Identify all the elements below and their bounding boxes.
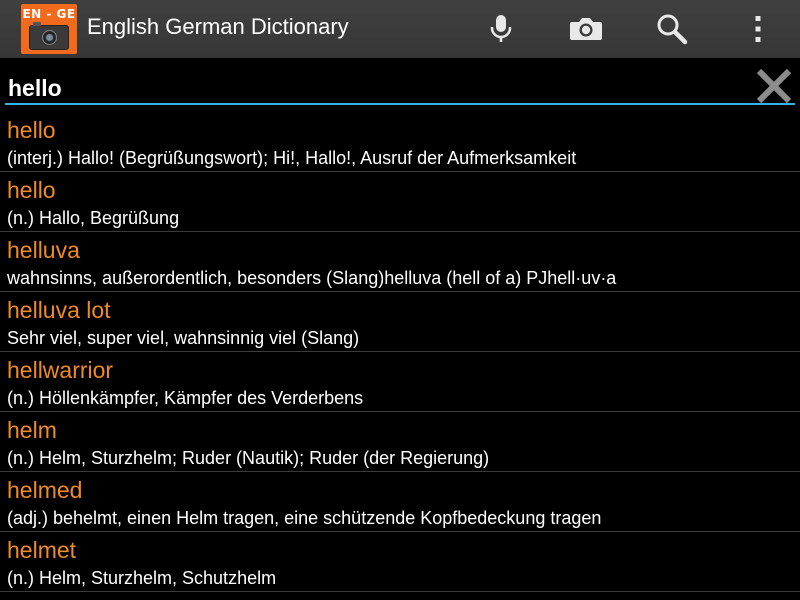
overflow-menu-icon bbox=[755, 16, 761, 42]
list-item[interactable]: hello (interj.) Hallo! (Begrüßungswort);… bbox=[0, 112, 800, 172]
list-item[interactable]: helluva wahnsinns, außerordentlich, beso… bbox=[0, 232, 800, 292]
list-item[interactable]: helmed (adj.) behelmt, einen Helm tragen… bbox=[0, 472, 800, 532]
list-item[interactable]: helluva lot Sehr viel, super viel, wahns… bbox=[0, 292, 800, 352]
entry-word: hello bbox=[7, 117, 56, 143]
entry-word: helmet bbox=[7, 537, 77, 563]
app-logo-label: EN - GE bbox=[22, 7, 76, 21]
entry-word: helmed bbox=[7, 477, 83, 503]
entry-definition: (interj.) Hallo! (Begrüßungswort); Hi!, … bbox=[7, 148, 577, 168]
action-bar: EN - GE English German Dictionary bbox=[0, 0, 800, 58]
entry-word: hello bbox=[7, 177, 56, 203]
entry-definition: (adj.) behelmt, einen Helm tragen, eine … bbox=[7, 508, 602, 528]
overflow-menu-button[interactable] bbox=[738, 9, 778, 49]
close-icon bbox=[756, 68, 792, 104]
entry-definition: wahnsinns, außerordentlich, besonders (S… bbox=[7, 268, 617, 288]
list-item[interactable]: hello (n.) Hallo, Begrüßung bbox=[0, 172, 800, 232]
clear-search-button[interactable] bbox=[752, 66, 796, 106]
results-list: hello (interj.) Hallo! (Begrüßungswort);… bbox=[0, 112, 800, 600]
entry-word: hellwarrior bbox=[7, 357, 114, 383]
entry-word: helluva lot bbox=[7, 297, 111, 323]
entry-definition: Sehr viel, super viel, wahnsinnig viel (… bbox=[7, 328, 360, 348]
entry-word: helm bbox=[7, 417, 57, 443]
entry-definition: (n.) Höllenkämpfer, Kämpfer des Verderbe… bbox=[7, 388, 364, 408]
microphone-button[interactable] bbox=[481, 9, 521, 49]
camera-logo-icon bbox=[29, 22, 69, 50]
app-title: English German Dictionary bbox=[87, 14, 349, 39]
entry-word: helluva bbox=[7, 237, 80, 263]
list-item[interactable]: helm (n.) Helm, Sturzhelm; Ruder (Nautik… bbox=[0, 412, 800, 472]
search-input[interactable] bbox=[6, 70, 746, 106]
entry-definition: (n.) Helm, Sturzhelm, Schutzhelm bbox=[7, 568, 277, 588]
app-logo[interactable]: EN - GE bbox=[21, 4, 77, 54]
list-item[interactable]: helmet (n.) Helm, Sturzhelm, Schutzhelm bbox=[0, 532, 800, 592]
search-icon bbox=[657, 14, 688, 45]
microphone-icon bbox=[490, 15, 512, 42]
list-item[interactable]: hellwarrior (n.) Höllenkämpfer, Kämpfer … bbox=[0, 352, 800, 412]
entry-definition: (n.) Hallo, Begrüßung bbox=[7, 208, 180, 228]
search-underline bbox=[5, 103, 795, 105]
camera-icon bbox=[570, 18, 602, 40]
entry-definition: (n.) Helm, Sturzhelm; Ruder (Nautik); Ru… bbox=[7, 448, 490, 468]
camera-button[interactable] bbox=[566, 9, 606, 49]
search-button[interactable] bbox=[652, 9, 692, 49]
